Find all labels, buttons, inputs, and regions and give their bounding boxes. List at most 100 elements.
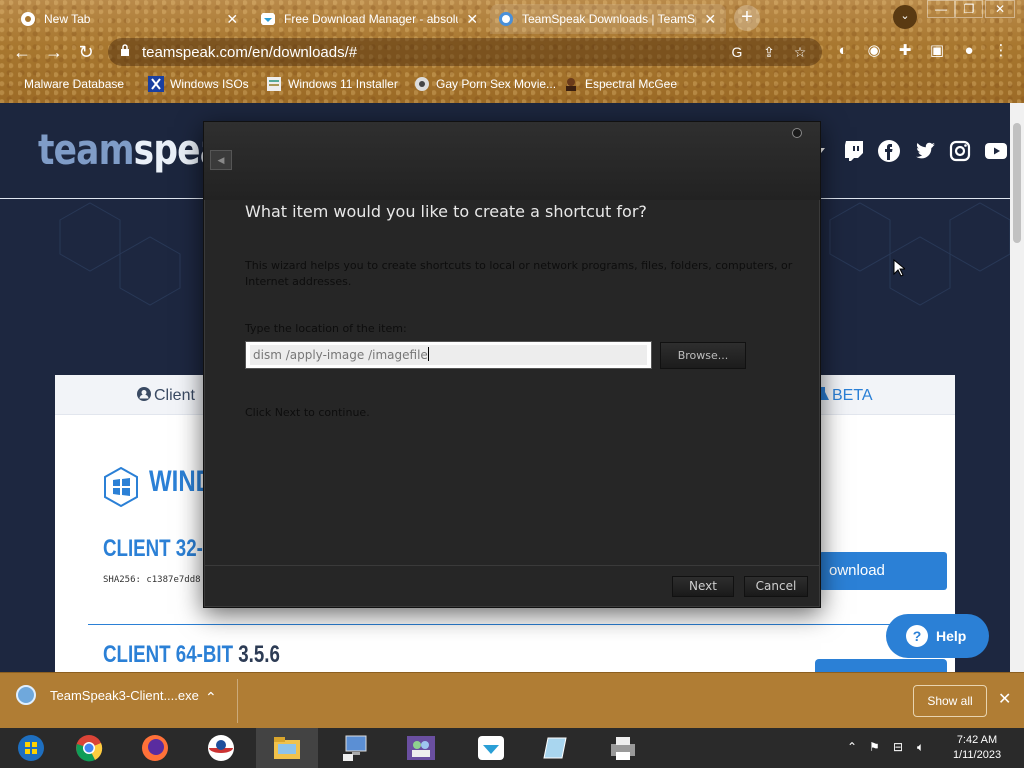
x-icon bbox=[148, 76, 164, 92]
bookmark-site[interactable]: Gay Porn Sex Movie... bbox=[414, 76, 556, 92]
extensions-icon[interactable]: ✚ bbox=[895, 41, 915, 61]
menu-icon[interactable]: ⋮ bbox=[991, 41, 1011, 61]
url-text[interactable]: teamspeak.com/en/downloads/# bbox=[142, 44, 357, 61]
tab-search-icon[interactable]: ⌄ bbox=[893, 5, 917, 29]
show-all-button[interactable]: Show all bbox=[913, 685, 987, 717]
firefox-icon bbox=[142, 735, 168, 761]
site-icon bbox=[415, 77, 429, 91]
download-button-64[interactable] bbox=[815, 659, 947, 672]
chevron-up-icon[interactable]: ⌃ bbox=[847, 740, 857, 754]
clock-date: 1/11/2023 bbox=[952, 749, 1002, 761]
taskbar-file-explorer[interactable] bbox=[256, 728, 318, 768]
facebook-icon[interactable] bbox=[877, 139, 901, 163]
taskbar-printer[interactable] bbox=[592, 728, 654, 768]
taskbar-app-logo[interactable] bbox=[190, 728, 252, 768]
google-icon[interactable]: G bbox=[728, 43, 746, 61]
lock-icon bbox=[121, 44, 129, 56]
tab-new-tab[interactable]: New Tab ✕ bbox=[12, 4, 248, 34]
bookmark-espectral-mcgee[interactable]: Espectral McGee bbox=[563, 76, 677, 92]
extension-flag-icon[interactable]: ◐ bbox=[833, 41, 853, 61]
side-panel-icon[interactable]: ▣ bbox=[927, 41, 947, 61]
text-caret bbox=[427, 347, 429, 361]
browser-chrome: New Tab ✕ Free Download Manager - absolu… bbox=[0, 0, 1024, 103]
next-button[interactable]: Next bbox=[672, 576, 734, 597]
tab-title: New Tab bbox=[44, 12, 91, 26]
tab-client[interactable]: Client bbox=[137, 387, 195, 405]
twitter-icon[interactable] bbox=[913, 139, 937, 163]
close-icon[interactable]: ✕ bbox=[702, 11, 718, 28]
close-icon[interactable]: ✕ bbox=[224, 11, 240, 28]
address-bar[interactable]: teamspeak.com/en/downloads/# G ⇪ ☆ bbox=[108, 38, 822, 66]
new-tab-button[interactable]: + bbox=[734, 5, 760, 31]
download-button[interactable]: ownload bbox=[819, 552, 947, 590]
download-item[interactable]: TeamSpeak3-Client....exe bbox=[16, 685, 199, 705]
bookmark-star-icon[interactable]: ☆ bbox=[791, 43, 809, 61]
bookmark-malware-database[interactable]: Malware Database bbox=[14, 76, 124, 92]
system-clock[interactable]: 7:42 AM 1/11/2023 bbox=[945, 733, 1009, 763]
chrome-icon bbox=[76, 735, 103, 762]
download-filename: TeamSpeak3-Client....exe bbox=[50, 687, 199, 703]
chevron-up-icon[interactable]: ⌃ bbox=[205, 689, 217, 706]
mouse-cursor-icon bbox=[893, 259, 905, 277]
tab-title: Free Download Manager - absolut bbox=[284, 12, 459, 26]
extension-avatar-icon[interactable]: ◉ bbox=[864, 41, 884, 61]
instagram-icon[interactable] bbox=[948, 139, 972, 163]
close-icon[interactable]: ✕ bbox=[998, 689, 1011, 709]
network-icon[interactable]: ⊟ bbox=[893, 740, 903, 754]
fdm-icon bbox=[478, 736, 504, 760]
bookmark-windows-isos[interactable]: Windows ISOs bbox=[148, 76, 249, 92]
client-64-heading: CLIENT 64-BIT 3.5.6 bbox=[103, 641, 280, 668]
browse-button[interactable]: Browse... bbox=[660, 342, 746, 369]
minimize-icon[interactable]: — bbox=[927, 0, 955, 18]
dialog-description: This wizard helps you to create shortcut… bbox=[245, 259, 793, 288]
taskbar-users[interactable] bbox=[390, 728, 452, 768]
flag-icon[interactable]: ⚑ bbox=[869, 740, 880, 754]
share-icon[interactable]: ⇪ bbox=[760, 43, 778, 61]
tab-title: TeamSpeak Downloads | TeamSpe bbox=[522, 12, 697, 26]
scrollbar-thumb[interactable] bbox=[1013, 123, 1021, 243]
create-shortcut-dialog: ◀ What item would you like to create a s… bbox=[203, 121, 821, 608]
back-icon[interactable]: ← bbox=[10, 40, 34, 64]
taskbar-control-panel[interactable] bbox=[324, 728, 386, 768]
restore-icon[interactable]: ❐ bbox=[955, 0, 983, 18]
close-icon[interactable] bbox=[792, 128, 802, 138]
bookmarks-bar: Malware Database Windows ISOs Windows 11… bbox=[0, 70, 1024, 100]
sha256-text: SHA256: c1387e7dd8 bbox=[103, 575, 201, 585]
teamspeak-icon bbox=[16, 685, 36, 705]
close-window-icon[interactable]: ✕ bbox=[985, 0, 1015, 18]
youtube-icon[interactable] bbox=[984, 139, 1008, 163]
cancel-button[interactable]: Cancel bbox=[744, 576, 808, 597]
taskbar-chrome[interactable] bbox=[58, 728, 120, 768]
location-value[interactable]: dism /apply-image /imagefile bbox=[253, 348, 428, 362]
close-icon[interactable]: ✕ bbox=[464, 11, 480, 28]
computer-icon bbox=[343, 735, 367, 761]
users-icon bbox=[407, 736, 435, 760]
taskbar-firefox[interactable] bbox=[124, 728, 186, 768]
tab-teamspeak-downloads[interactable]: TeamSpeak Downloads | TeamSpe ✕ bbox=[490, 4, 726, 34]
location-label: Type the location of the item: bbox=[245, 322, 407, 335]
continue-text: Click Next to continue. bbox=[245, 406, 370, 419]
bookmark-windows-11-installer[interactable]: Windows 11 Installer bbox=[266, 76, 398, 92]
printer-icon bbox=[611, 737, 635, 760]
profile-icon[interactable]: ● bbox=[959, 41, 979, 61]
start-button[interactable] bbox=[0, 728, 62, 768]
volume-icon[interactable]: 🔈︎ bbox=[917, 740, 924, 755]
dialog-footer: Next Cancel bbox=[204, 565, 820, 607]
forward-icon[interactable]: → bbox=[42, 40, 66, 64]
reload-icon[interactable]: ↻ bbox=[74, 40, 98, 64]
download-shelf: TeamSpeak3-Client....exe ⌃ Show all ✕ bbox=[0, 672, 1024, 728]
tab-beta[interactable]: BETA bbox=[817, 387, 873, 405]
back-icon[interactable]: ◀ bbox=[210, 150, 232, 170]
windows-icon bbox=[104, 467, 138, 507]
taskbar-fdm[interactable] bbox=[460, 728, 522, 768]
twitch-icon[interactable] bbox=[842, 139, 866, 163]
tab-free-download-manager[interactable]: Free Download Manager - absolut ✕ bbox=[252, 4, 488, 34]
taskbar: ⌃ ⚑ ⊟ 🔈︎ 7:42 AM 1/11/2023 bbox=[0, 728, 1024, 768]
dialog-header: ◀ bbox=[204, 122, 820, 200]
taskbar-notes[interactable] bbox=[526, 728, 588, 768]
page-scrollbar[interactable] bbox=[1010, 103, 1024, 672]
help-button[interactable]: ? Help bbox=[886, 614, 989, 658]
question-icon: ? bbox=[906, 625, 928, 647]
location-input[interactable]: dism /apply-image /imagefile bbox=[245, 341, 652, 369]
avatar-icon bbox=[566, 78, 576, 91]
